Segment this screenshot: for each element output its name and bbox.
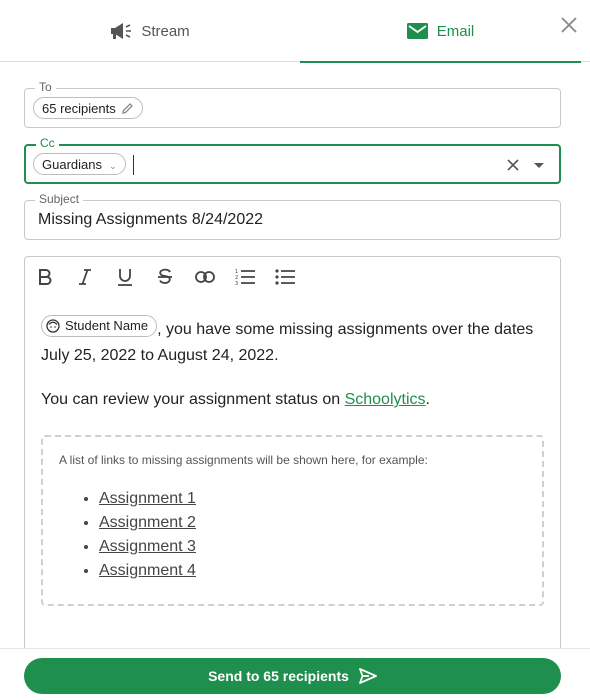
clear-icon[interactable] [505,157,521,173]
schoolytics-link[interactable]: Schoolytics [345,391,426,408]
send-button-label: Send to 65 recipients [208,668,349,684]
chevron-down-icon[interactable] [531,157,547,173]
close-icon[interactable] [558,14,580,36]
mail-icon [406,23,428,39]
placeholder-note: A list of links to missing assignments w… [59,453,428,467]
to-field[interactable]: To 65 recipients [24,80,561,128]
bold-icon [39,269,52,285]
formatting-toolbar: 1 2 3 [35,265,295,289]
assignment-list-placeholder: A list of links to missing assignments w… [41,435,544,606]
link-button[interactable] [195,265,215,289]
cc-chip-label: Guardians [42,156,102,172]
assignment-link[interactable]: Assignment 3 [99,535,196,559]
underline-icon [118,269,132,286]
message-paragraph-2: You can review your assignment status on… [41,387,430,413]
assignment-link[interactable]: Assignment 4 [99,559,196,583]
tab-email[interactable]: Email [300,0,581,63]
bulleted-list-button[interactable] [275,265,295,289]
ordered-list-button[interactable]: 1 2 3 [235,265,255,289]
student-name-chip[interactable]: Student Name [41,315,158,337]
student-face-icon [46,319,60,333]
assignment-link[interactable]: Assignment 1 [99,487,196,511]
bulleted-list-icon [275,269,295,285]
link-icon [195,271,215,283]
assignment-link[interactable]: Assignment 2 [99,511,196,535]
megaphone-icon [111,23,132,39]
subject-input[interactable]: Missing Assignments 8/24/2022 [38,211,263,229]
bold-button[interactable] [35,265,55,289]
to-chip-label: 65 recipients [42,100,116,116]
italic-button[interactable] [75,265,95,289]
message-editor[interactable]: 1 2 3 Student Name , you have some missi… [24,256,561,700]
footer: Send to 65 recipients [0,648,590,700]
message-line-2-end: . [425,391,430,408]
ordered-list-icon: 1 2 3 [235,269,255,286]
cc-label: Cc [36,136,59,150]
assignment-list: Assignment 1 Assignment 2 Assignment 3 A… [99,487,196,583]
strikethrough-icon [158,268,172,284]
to-recipients-chip[interactable]: 65 recipients [33,97,143,119]
cc-guardians-chip[interactable]: Guardians ⌄ [33,153,126,175]
italic-icon [79,269,91,285]
strikethrough-button[interactable] [155,265,175,289]
message-paragraph-1: Student Name , you have some missing ass… [41,315,541,369]
subject-label: Subject [35,192,84,206]
tab-stream-label: Stream [141,22,190,40]
send-button[interactable]: Send to 65 recipients [24,658,561,694]
chip-remove-icon[interactable]: ⌄ [109,161,117,172]
student-chip-label: Student Name [65,318,149,333]
tab-email-label: Email [436,22,475,40]
text-cursor [133,155,134,175]
pencil-icon[interactable] [121,102,134,115]
tab-bar: Stream Email [0,0,590,63]
underline-button[interactable] [115,265,135,289]
tab-stream[interactable]: Stream [0,0,300,62]
cc-field[interactable]: Cc Guardians ⌄ [24,136,561,184]
message-line-2: You can review your assignment status on [41,391,345,408]
subject-field[interactable]: Subject Missing Assignments 8/24/2022 [24,192,561,240]
to-label: To [35,80,56,94]
send-icon [359,668,377,684]
svg-text:3: 3 [235,281,238,286]
